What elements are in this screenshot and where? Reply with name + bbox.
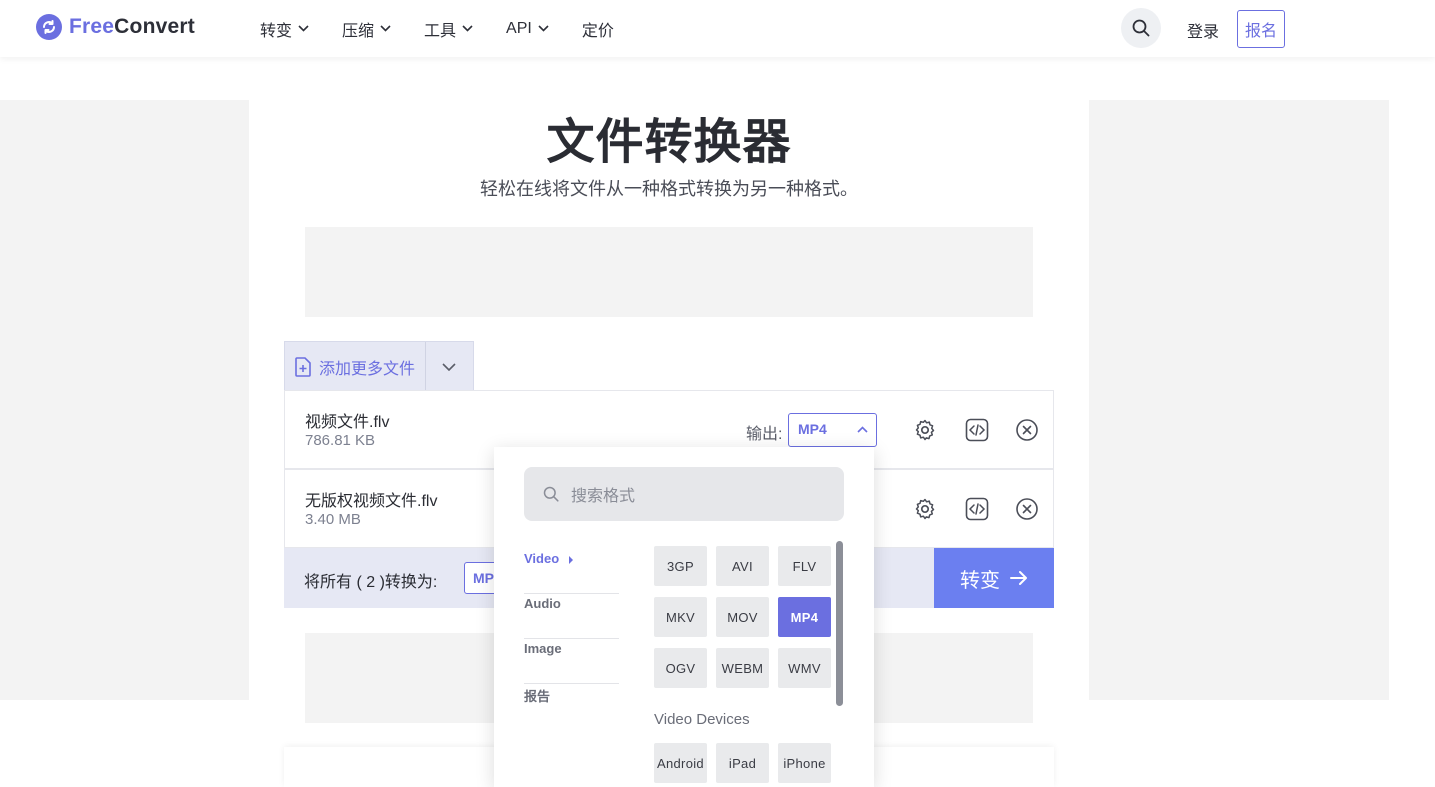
device-android[interactable]: Android: [654, 743, 707, 783]
format-avi[interactable]: AVI: [716, 546, 769, 586]
device-iphone[interactable]: iPhone: [778, 743, 831, 783]
chevron-down-icon: [538, 25, 549, 32]
chevron-down-icon: [442, 362, 456, 371]
format-list-scrollbar[interactable]: [836, 541, 843, 706]
category-audio[interactable]: Audio: [524, 594, 619, 639]
category-image-label: Image: [524, 641, 562, 656]
chevron-down-icon: [298, 25, 309, 32]
settings-button[interactable]: [912, 496, 938, 522]
code-icon: [965, 497, 989, 521]
gear-icon: [915, 419, 935, 441]
convert-all-label: 将所有 ( 2 )转换为:: [304, 574, 438, 591]
logo[interactable]: FreeConvert: [36, 14, 195, 40]
chevron-down-icon: [380, 25, 391, 32]
file-add-icon: [295, 356, 311, 377]
add-files-group: 添加更多文件: [284, 341, 474, 391]
nav-convert[interactable]: 转变: [260, 17, 309, 41]
signup-button[interactable]: 报名: [1237, 10, 1285, 48]
arrow-right-icon: [1010, 571, 1027, 585]
logo-free: Free: [69, 15, 115, 38]
page-title: 文件转换器: [546, 116, 792, 169]
embed-button[interactable]: [964, 496, 990, 522]
output-format-value: MP4: [798, 421, 827, 437]
file-name: 视频文件.flv: [305, 414, 390, 431]
nav-tools[interactable]: 工具: [424, 17, 473, 41]
format-dropdown: 搜索格式 Video Audio Image 报告 3GP AVI FLV MK…: [494, 447, 874, 787]
settings-button[interactable]: [912, 417, 938, 443]
caret-right-icon: [569, 555, 574, 564]
format-mp4[interactable]: MP4: [778, 597, 831, 637]
nav-tools-label: 工具: [424, 22, 457, 40]
main-nav: 转变 压缩 工具 API 定价: [260, 0, 647, 57]
category-video-label: Video: [524, 551, 560, 566]
format-wmv[interactable]: WMV: [778, 648, 831, 688]
category-document-label: 报告: [524, 689, 551, 704]
nav-compress-label: 压缩: [342, 22, 375, 40]
nav-api[interactable]: API: [506, 20, 549, 38]
nav-pricing[interactable]: 定价: [582, 17, 614, 41]
output-format-select[interactable]: MP4: [788, 413, 877, 447]
convert-button[interactable]: 转变: [934, 548, 1054, 608]
format-3gp[interactable]: 3GP: [654, 546, 707, 586]
nav-pricing-label: 定价: [581, 22, 614, 40]
output-label: 输出:: [746, 426, 783, 443]
close-circle-icon: [1016, 419, 1038, 441]
code-icon: [965, 418, 989, 442]
category-document[interactable]: 报告: [524, 684, 619, 729]
file-name: 无版权视频文件.flv: [305, 493, 438, 510]
format-webm[interactable]: WEBM: [716, 648, 769, 688]
nav-compress[interactable]: 压缩: [342, 17, 391, 41]
nav-api-label: API: [506, 19, 532, 37]
file-size: 3.40 MB: [305, 511, 361, 528]
category-audio-label: Audio: [524, 596, 561, 611]
category-image[interactable]: Image: [524, 639, 619, 684]
format-ogv[interactable]: OGV: [654, 648, 707, 688]
logo-convert: Convert: [114, 15, 195, 38]
search-button[interactable]: [1121, 8, 1161, 48]
remove-file-button[interactable]: [1014, 417, 1040, 443]
embed-button[interactable]: [964, 417, 990, 443]
header: FreeConvert 转变 压缩 工具 API 定价 登录 报名: [0, 0, 1435, 57]
format-search-input[interactable]: 搜索格式: [524, 467, 844, 521]
format-mkv[interactable]: MKV: [654, 597, 707, 637]
ad-space-right: [1089, 100, 1389, 700]
ad-banner-top: [305, 227, 1033, 317]
add-more-files-label: 添加更多文件: [319, 360, 416, 378]
file-size: 786.81 KB: [305, 432, 376, 449]
video-devices-heading: Video Devices: [654, 711, 750, 728]
logo-refresh-icon: [36, 14, 62, 40]
chevron-down-icon: [462, 25, 473, 32]
page-subtitle: 轻松在线将文件从一种格式转换为另一种格式。: [480, 179, 858, 199]
login-link[interactable]: 登录: [1187, 18, 1219, 42]
format-flv[interactable]: FLV: [778, 546, 831, 586]
search-icon: [543, 486, 559, 502]
format-mov[interactable]: MOV: [716, 597, 769, 637]
search-icon: [1132, 19, 1150, 37]
add-source-dropdown[interactable]: [424, 342, 473, 391]
logo-text: FreeConvert: [69, 15, 195, 39]
remove-file-button[interactable]: [1014, 496, 1040, 522]
nav-convert-label: 转变: [260, 22, 293, 40]
ad-space-left: [0, 100, 249, 700]
format-search-placeholder: 搜索格式: [571, 488, 636, 505]
device-ipad[interactable]: iPad: [716, 743, 769, 783]
chevron-up-icon: [857, 426, 868, 433]
gear-icon: [915, 498, 935, 520]
category-video[interactable]: Video: [524, 549, 619, 594]
close-circle-icon: [1016, 498, 1038, 520]
convert-button-label: 转变: [960, 569, 1000, 592]
add-more-files-button[interactable]: 添加更多文件: [285, 342, 425, 391]
